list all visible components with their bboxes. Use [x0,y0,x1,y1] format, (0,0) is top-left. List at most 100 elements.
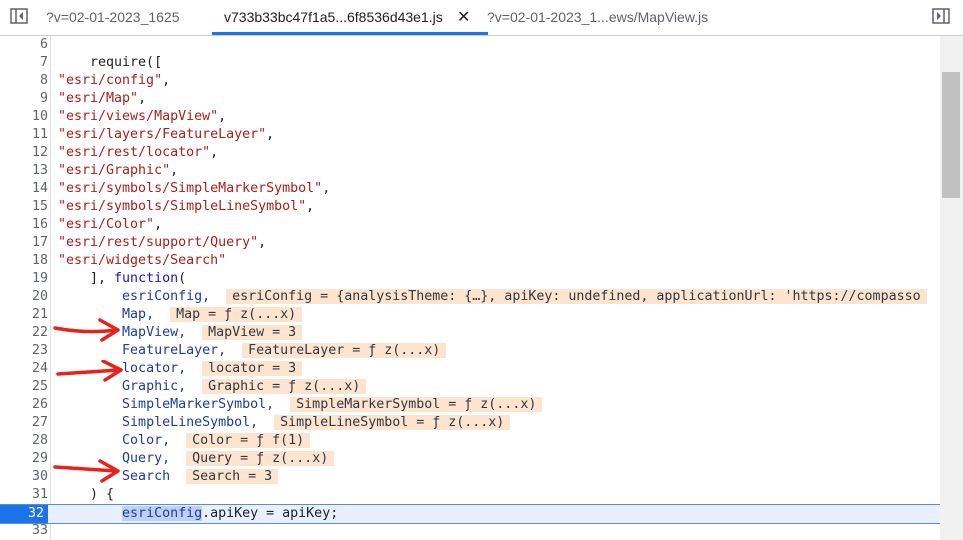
line-number[interactable]: 29 [0,450,48,468]
line-number[interactable]: 23 [0,342,48,360]
punctuation: , [218,109,227,124]
parameter-name: Map, [122,307,155,322]
code-text: esriConfig.apiKey = apiKey; [58,505,338,523]
line-number[interactable]: 6 [0,36,48,54]
line-number[interactable]: 16 [0,216,48,234]
punctuation: ( [178,271,187,286]
line-number[interactable]: 10 [0,108,48,126]
annotation-arrow-icon [53,459,120,483]
parameter-name: Query, [122,451,171,466]
code-text: Color, Color = ƒ f(1) [58,432,311,450]
code-text: "esri/views/MapView", [58,108,226,126]
line-number[interactable]: 31 [0,486,48,504]
line-number[interactable]: 26 [0,396,48,414]
inline-value: locator = 3 [202,361,303,376]
line-number[interactable]: 17 [0,234,48,252]
toggle-navigator-icon[interactable] [10,8,28,24]
line-number[interactable]: 24 [0,360,48,378]
line-number[interactable]: 9 [0,90,48,108]
parameter-name: Search [122,469,171,484]
punctuation: , [210,145,219,160]
string-literal: "esri/rest/locator" [58,145,211,160]
inline-value: Map = ƒ z(...x) [170,307,303,322]
code-line: 32 esriConfig.apiKey = apiKey; [0,504,940,524]
line-number[interactable]: 22 [0,324,48,342]
code-line: 28 Color, Color = ƒ f(1) [0,432,940,450]
code-editor[interactable]: 67 require([8 "esri/config", 9 "esri/Map", 1… [0,36,963,540]
code-text: "esri/symbols/SimpleMarkerSymbol", [58,180,330,198]
scrollbar-thumb[interactable] [942,72,960,198]
code-line: 21 Map, Map = ƒ z(...x) [0,306,940,324]
string-literal: "esri/Color" [58,217,155,232]
code-text: require([ [58,54,162,72]
keyword: function [114,271,179,286]
line-number[interactable]: 30 [0,468,48,486]
punctuation: , [322,181,331,196]
inline-value: Search = 3 [186,469,279,484]
inline-value: SimpleMarkerSymbol = ƒ z(...x) [290,397,543,412]
tab-label: ?v=02-01-2023_1...ews/MapView.js [487,9,709,25]
line-number[interactable]: 32 [0,505,48,523]
code-line: 11 "esri/layers/FeatureLayer", [0,126,940,144]
code-line: 15 "esri/symbols/SimpleLineSymbol", [0,198,940,216]
parameter-name: esriConfig, [122,289,211,304]
string-literal: "esri/config" [58,73,163,88]
code-line: 16 "esri/Color", [0,216,940,234]
punctuation: , [306,199,315,214]
line-number[interactable]: 13 [0,162,48,180]
line-number[interactable]: 7 [0,54,48,72]
parameter-name: SimpleLineSymbol, [122,415,259,430]
toggle-sidebar-icon[interactable] [932,8,950,24]
code-text: SimpleMarkerSymbol, SimpleMarkerSymbol =… [58,396,543,414]
line-number[interactable]: 11 [0,126,48,144]
code-line: 18 "esri/widgets/Search" [0,252,940,270]
code-line: 22 MapView, MapView = 3 [0,324,940,342]
line-number[interactable]: 20 [0,288,48,306]
line-number[interactable]: 18 [0,252,48,270]
code-text: "esri/Graphic", [58,162,178,180]
code-line: 8 "esri/config", [0,72,940,90]
tab-source-1[interactable]: ?v=02-01-2023_1625 [46,0,206,35]
punctuation: , [170,163,179,178]
code-line: 14 "esri/symbols/SimpleMarkerSymbol", [0,180,940,198]
code-token: .apiKey = apiKey; [202,506,339,521]
line-number[interactable]: 15 [0,198,48,216]
close-tab-icon[interactable]: ✕ [457,0,470,35]
code-line: 26 SimpleMarkerSymbol, SimpleMarkerSymbo… [0,396,940,414]
line-number[interactable]: 21 [0,306,48,324]
punctuation: , [154,217,163,232]
annotation-arrow-icon [53,318,120,342]
code-text: "esri/widgets/Search" [58,252,226,270]
selected-token: esriConfig [122,506,203,521]
string-literal: "esri/rest/support/Query" [58,235,259,250]
line-number[interactable]: 27 [0,414,48,432]
tab-source-2[interactable]: v733b33bc47f1a5...6f8536d43e1.js [212,0,488,35]
code-text: esriConfig, esriConfig = {analysisTheme:… [58,288,927,306]
code-text: SimpleLineSymbol, SimpleLineSymbol = ƒ z… [58,414,511,432]
line-number[interactable]: 12 [0,144,48,162]
line-number[interactable]: 28 [0,432,48,450]
code-line: 19 ], function( [0,270,940,288]
line-number[interactable]: 33 [0,522,48,540]
code-line: 6 [0,36,940,54]
punctuation: , [266,127,275,142]
code-line: 33 [0,522,940,540]
code-text: ) { [58,486,114,504]
string-literal: "esri/symbols/SimpleMarkerSymbol" [58,181,323,196]
tab-source-3[interactable]: ?v=02-01-2023_1...ews/MapView.js [487,0,727,35]
line-number[interactable]: 14 [0,180,48,198]
line-number[interactable]: 19 [0,270,48,288]
line-number[interactable]: 8 [0,72,48,90]
code-line: 31 ) { [0,486,940,504]
inline-value: Color = ƒ f(1) [186,433,311,448]
code-line: 7 require([ [0,54,940,72]
line-number[interactable]: 25 [0,378,48,396]
code-text: "esri/layers/FeatureLayer", [58,126,274,144]
inline-value: esriConfig = {analysisTheme: {…}, apiKey… [226,289,927,304]
